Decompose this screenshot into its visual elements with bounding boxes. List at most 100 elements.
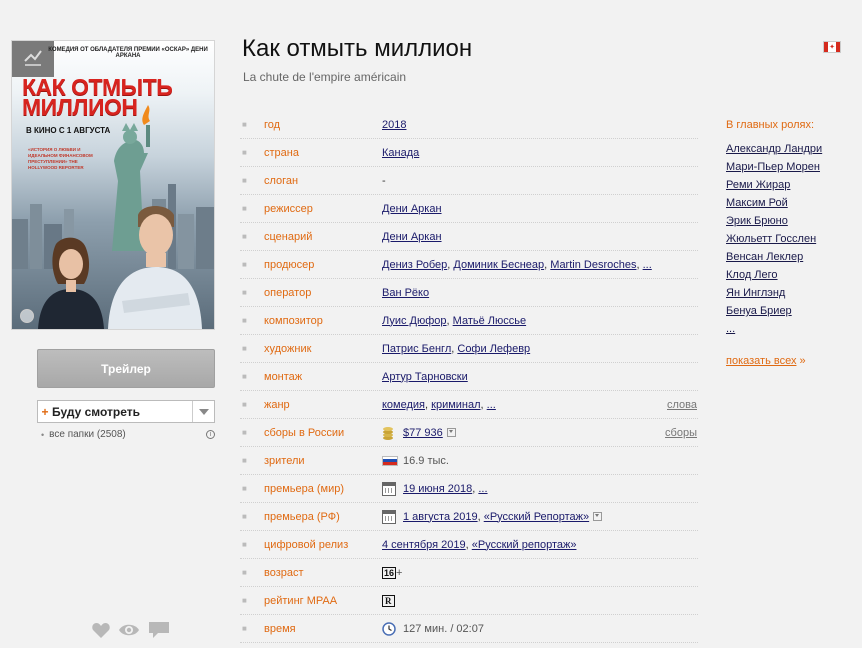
- heart-icon[interactable]: [92, 622, 110, 638]
- dropdown-toggle-icon[interactable]: [593, 511, 603, 521]
- producer-link[interactable]: Дениз Робер: [382, 259, 447, 271]
- info-label: сценарий: [264, 230, 313, 243]
- actor-link[interactable]: Ян Инглэнд: [726, 287, 785, 299]
- actor-link[interactable]: Бенуа Бриер: [726, 305, 792, 317]
- info-label: премьера (мир): [264, 482, 345, 495]
- producer-link[interactable]: Доминик Беснеар: [453, 259, 544, 271]
- country-link[interactable]: Канада: [382, 147, 419, 159]
- info-row-premiere-world: ■ премьера (мир) 19 июня 2018, ...: [240, 475, 698, 503]
- viewers-value: 16.9 тыс.: [403, 454, 449, 467]
- info-label: режиссер: [264, 202, 313, 215]
- movie-poster[interactable]: КОМЕДИЯ ОТ ОБЛАДАТЕЛЯ ПРЕМИИ «ОСКАР» ДЕН…: [11, 40, 215, 330]
- digital-distributor-link[interactable]: «Русский репортаж»: [472, 539, 577, 551]
- actor-link[interactable]: Мари-Пьер Морен: [726, 161, 820, 173]
- original-title: La chute de l'empire américain: [243, 70, 407, 84]
- show-all-cast-link[interactable]: показать всех: [726, 355, 796, 367]
- age-rating-badge[interactable]: 16: [382, 566, 397, 579]
- cast-item: Венсан Леклер: [726, 248, 858, 266]
- poster-actor-image: [108, 201, 202, 329]
- info-label: возраст: [264, 566, 304, 579]
- row-bullet: ■: [242, 400, 247, 409]
- dropdown-toggle-icon[interactable]: [446, 427, 456, 437]
- info-label: время: [264, 622, 296, 635]
- cast-item: Жюльетт Госслен: [726, 230, 858, 248]
- comment-icon[interactable]: [148, 621, 170, 639]
- artist-link[interactable]: Софи Лефевр: [457, 343, 530, 355]
- trailer-button[interactable]: Трейлер: [37, 349, 215, 388]
- distributor-link[interactable]: «Русский Репортаж»: [484, 511, 589, 523]
- row-bullet: ■: [242, 596, 247, 605]
- genre-link[interactable]: криминал: [431, 399, 480, 411]
- folder-select[interactable]: + Буду смотреть: [37, 400, 215, 423]
- row-bullet: ■: [242, 428, 247, 437]
- info-label: зрители: [264, 454, 305, 467]
- info-row-director: ■ режиссер Дени Аркан: [240, 195, 698, 223]
- info-label: страна: [264, 146, 299, 159]
- premiere-rf-link[interactable]: 1 августа 2019: [403, 511, 478, 523]
- info-label: жанр: [264, 398, 290, 411]
- info-row-year: ■ год 2018: [240, 111, 698, 139]
- genre-link[interactable]: комедия: [382, 399, 425, 411]
- artist-link[interactable]: Патрис Бенгл: [382, 343, 451, 355]
- actor-link[interactable]: Эрик Брюно: [726, 215, 788, 227]
- operator-link[interactable]: Ван Рёко: [382, 287, 429, 299]
- composer-link[interactable]: Луис Дюфор: [382, 315, 447, 327]
- info-label: сборы в России: [264, 426, 345, 439]
- mpaa-rating-badge[interactable]: R: [382, 594, 395, 607]
- row-bullet: ■: [242, 148, 247, 157]
- movie-title: Как отмыть миллион: [242, 35, 473, 62]
- info-label: слоган: [264, 174, 299, 187]
- row-bullet: ■: [242, 540, 247, 549]
- show-all-cast: показать всех »: [726, 355, 858, 367]
- row-bullet: ■: [242, 344, 247, 353]
- info-row-mpaa: ■ рейтинг MPAA R: [240, 587, 698, 615]
- poster-actress-image: [34, 234, 106, 329]
- eye-icon[interactable]: [118, 623, 140, 637]
- clock-icon: [382, 621, 396, 636]
- info-row-editing: ■ монтаж Артур Тарновски: [240, 363, 698, 391]
- canada-flag-icon: ✦: [823, 41, 841, 53]
- cast-more-link[interactable]: ...: [726, 323, 735, 335]
- composer-link[interactable]: Матьё Люссье: [453, 315, 526, 327]
- info-row-artist: ■ художник Патрис Бенгл, Софи Лефевр: [240, 335, 698, 363]
- premiere-world-more-link[interactable]: ...: [478, 483, 487, 495]
- row-bullet: ■: [242, 372, 247, 381]
- actor-link[interactable]: Александр Ландри: [726, 143, 822, 155]
- info-row-writer: ■ сценарий Дени Аркан: [240, 223, 698, 251]
- info-label: монтаж: [264, 370, 303, 383]
- producer-link[interactable]: Martin Desroches: [550, 259, 636, 271]
- folders-row: • все папки (2508) i: [41, 429, 215, 440]
- premiere-world-link[interactable]: 19 июня 2018: [403, 483, 472, 495]
- editor-link[interactable]: Артур Тарновски: [382, 371, 468, 383]
- actor-link[interactable]: Реми Жирар: [726, 179, 790, 191]
- actor-link[interactable]: Жюльетт Госслен: [726, 233, 816, 245]
- genre-more-link[interactable]: ...: [487, 399, 496, 411]
- plus-icon: +: [41, 404, 49, 419]
- director-link[interactable]: Дени Аркан: [382, 203, 442, 215]
- row-bullet: ■: [242, 260, 247, 269]
- year-link[interactable]: 2018: [382, 119, 406, 131]
- row-bullet: ■: [242, 120, 247, 129]
- all-folders-link[interactable]: все папки (2508): [49, 429, 206, 440]
- poster-release: В КИНО С 1 АВГУСТА: [26, 126, 111, 135]
- dropdown-arrow-button[interactable]: [192, 401, 214, 422]
- cast-item: Бенуа Бриер: [726, 302, 858, 320]
- row-bullet: ■: [242, 456, 247, 465]
- info-icon[interactable]: i: [206, 430, 215, 439]
- actor-link[interactable]: Клод Лего: [726, 269, 778, 281]
- info-label: продюсер: [264, 258, 315, 271]
- producer-more-link[interactable]: ...: [643, 259, 652, 271]
- folder-select-label: Буду смотреть: [52, 404, 141, 419]
- boxoffice-details-link[interactable]: сборы: [665, 427, 697, 439]
- actor-link[interactable]: Венсан Леклер: [726, 251, 803, 263]
- info-label: год: [264, 118, 281, 131]
- cast-item: Мари-Пьер Морен: [726, 158, 858, 176]
- writer-link[interactable]: Дени Аркан: [382, 231, 442, 243]
- boxoffice-link[interactable]: $77 936: [403, 427, 443, 439]
- social-actions: [92, 621, 170, 639]
- actor-link[interactable]: Максим Рой: [726, 197, 788, 209]
- row-bullet: ■: [242, 176, 247, 185]
- keywords-link[interactable]: слова: [667, 399, 697, 411]
- movie-info-table: ■ год 2018 ■ страна Канада ■ слоган - ■ …: [240, 111, 698, 643]
- digital-release-link[interactable]: 4 сентября 2019: [382, 539, 466, 551]
